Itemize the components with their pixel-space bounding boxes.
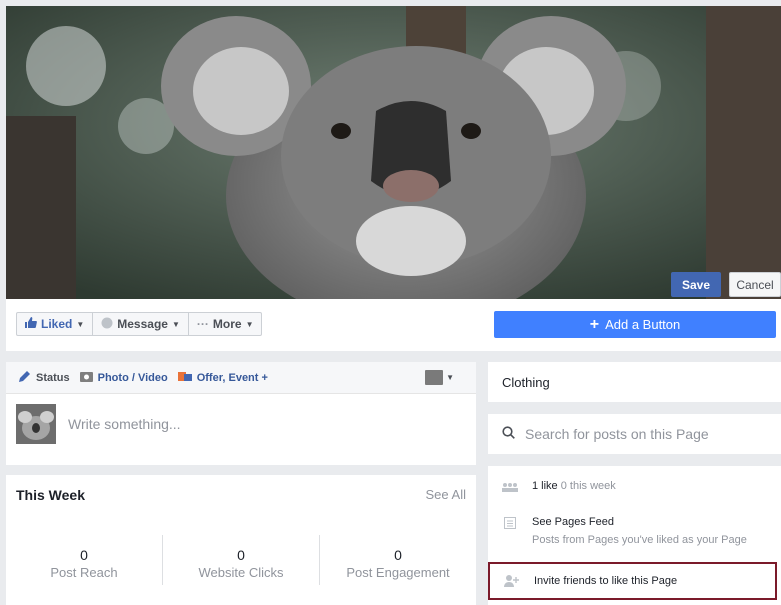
- more-button[interactable]: ··· More ▼: [189, 313, 262, 335]
- category-box: Clothing: [488, 362, 781, 402]
- page-search-box[interactable]: Search for posts on this Page: [488, 414, 781, 454]
- liked-button[interactable]: Liked ▼: [17, 313, 94, 335]
- this-week-panel: This Week See All 0 Post Reach 0 Website…: [6, 475, 476, 605]
- more-dots-icon: ···: [196, 317, 209, 331]
- chevron-down-icon: ▼: [245, 319, 254, 329]
- add-button-label: Add a Button: [605, 317, 681, 332]
- cancel-cover-button[interactable]: Cancel: [729, 272, 781, 297]
- chevron-down-icon: ▼: [446, 373, 454, 382]
- plus-icon: +: [589, 315, 600, 333]
- tab-photo-video[interactable]: Photo / Video: [79, 371, 168, 385]
- post-as-selector[interactable]: ▼: [425, 370, 454, 385]
- stat-post-engagement[interactable]: 0 Post Engagement: [320, 535, 476, 585]
- see-all-link[interactable]: See All: [426, 487, 466, 503]
- stat-post-reach[interactable]: 0 Post Reach: [6, 535, 163, 585]
- page-avatar: [16, 404, 56, 444]
- write-something-input[interactable]: Write something...: [68, 416, 181, 432]
- more-label: More: [212, 317, 242, 331]
- stat-value: 0: [237, 547, 245, 563]
- post-composer: Status Photo / Video Offer, Event + ▼ Wr…: [6, 362, 476, 465]
- cover-photo[interactable]: Save Cancel: [6, 6, 781, 299]
- composer-tabs: Status Photo / Video Offer, Event + ▼: [6, 362, 476, 394]
- message-label: Message: [117, 317, 168, 331]
- liked-label: Liked: [41, 317, 73, 331]
- stat-website-clicks[interactable]: 0 Website Clicks: [163, 535, 320, 585]
- add-friend-icon: [504, 574, 520, 588]
- save-cover-button[interactable]: Save: [671, 272, 721, 297]
- invite-friends-row[interactable]: Invite friends to like this Page: [488, 562, 777, 600]
- facebook-page: Save Cancel Liked ▼ Message ▼ ··· More ▼…: [0, 0, 781, 605]
- likes-count-row[interactable]: 1 like 0 this week: [488, 480, 626, 494]
- chevron-down-icon: ▼: [76, 319, 85, 329]
- weekly-stats: 0 Post Reach 0 Website Clicks 0 Post Eng…: [6, 535, 476, 585]
- offer-tag-icon: [177, 371, 192, 385]
- likes-this-week: 0 this week: [560, 480, 616, 492]
- news-feed-icon: [502, 516, 518, 530]
- chevron-down-icon: ▼: [171, 319, 180, 329]
- tab-offer-event-label: Offer, Event +: [196, 371, 268, 384]
- page-actions-group: Liked ▼ Message ▼ ··· More ▼: [16, 312, 263, 336]
- tab-photo-video-label: Photo / Video: [97, 371, 168, 384]
- people-icon: [502, 480, 518, 494]
- add-a-button[interactable]: + Add a Button: [494, 311, 776, 338]
- stat-label: Post Engagement: [346, 565, 450, 580]
- stat-label: Post Reach: [50, 565, 118, 580]
- camera-icon: [79, 371, 93, 385]
- page-search-input[interactable]: Search for posts on this Page: [525, 426, 709, 442]
- tab-status-label: Status: [36, 371, 70, 384]
- messenger-icon: [101, 317, 113, 332]
- pages-feed-row[interactable]: See Pages Feed Posts from Pages you've l…: [488, 516, 757, 546]
- see-pages-feed-link[interactable]: See Pages Feed: [532, 516, 747, 528]
- koala-cover-image: [6, 6, 781, 299]
- stat-label: Website Clicks: [198, 565, 284, 580]
- stat-value: 0: [394, 547, 402, 563]
- stat-value: 0: [80, 547, 88, 563]
- page-category[interactable]: Clothing: [502, 375, 550, 390]
- page-avatar-small: [425, 370, 444, 385]
- page-action-bar: Liked ▼ Message ▼ ··· More ▼ + Add a But…: [6, 299, 781, 351]
- message-button[interactable]: Message ▼: [93, 313, 189, 335]
- this-week-title: This Week: [16, 487, 85, 503]
- tab-offer-event[interactable]: Offer, Event +: [177, 371, 268, 385]
- page-likes-panel: 1 like 0 this week See Pages Feed Posts …: [488, 466, 781, 605]
- pages-feed-description: Posts from Pages you've liked as your Pa…: [532, 534, 747, 546]
- invite-friends-label: Invite friends to like this Page: [534, 575, 678, 587]
- tab-status[interactable]: Status: [18, 370, 70, 386]
- composer-input-row[interactable]: Write something...: [6, 394, 476, 454]
- search-icon: [502, 426, 515, 442]
- thumbs-up-icon: [25, 317, 37, 331]
- likes-count: 1 like: [532, 480, 558, 492]
- pencil-icon: [18, 370, 31, 386]
